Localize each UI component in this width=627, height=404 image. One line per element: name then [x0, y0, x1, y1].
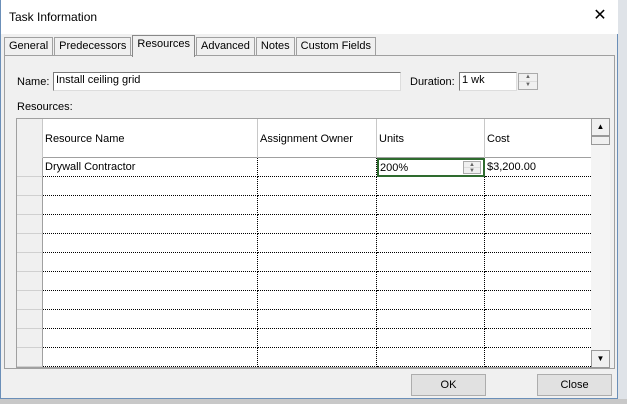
scroll-thumb[interactable]	[591, 136, 610, 145]
row-header[interactable]	[17, 310, 43, 329]
cell-cost[interactable]	[485, 234, 591, 253]
cell-cost[interactable]	[485, 291, 591, 310]
tab-predecessors[interactable]: Predecessors	[54, 37, 132, 56]
grid-header: Resource Name Assignment Owner Units Cos…	[17, 119, 591, 158]
cell-units[interactable]	[377, 196, 485, 215]
table-row	[17, 348, 591, 367]
tab-general[interactable]: General	[4, 37, 54, 56]
cell-resource-name[interactable]	[43, 177, 258, 196]
resources-label: Resources:	[17, 101, 73, 113]
table-row	[17, 215, 591, 234]
row-header[interactable]	[17, 215, 43, 234]
col-assignment-owner[interactable]: Assignment Owner	[258, 119, 377, 158]
cell-units[interactable]: 200% ▲ ▼	[377, 158, 485, 177]
background-app-strip	[0, 399, 627, 404]
cell-units[interactable]	[377, 215, 485, 234]
cell-assignment-owner[interactable]	[258, 234, 377, 253]
table-row	[17, 234, 591, 253]
cell-assignment-owner[interactable]	[258, 196, 377, 215]
cell-resource-name[interactable]	[43, 348, 258, 367]
duration-label: Duration:	[410, 76, 455, 88]
cell-assignment-owner[interactable]	[258, 158, 377, 177]
table-row	[17, 196, 591, 215]
tab-notes[interactable]: Notes	[255, 37, 295, 56]
cell-assignment-owner[interactable]	[258, 253, 377, 272]
cell-units[interactable]	[377, 177, 485, 196]
cell-assignment-owner[interactable]	[258, 215, 377, 234]
col-resource-name[interactable]: Resource Name	[43, 119, 258, 158]
cell-cost[interactable]: $3,200.00	[485, 158, 591, 177]
cell-assignment-owner[interactable]	[258, 291, 377, 310]
cell-cost[interactable]	[485, 215, 591, 234]
cell-cost[interactable]	[485, 272, 591, 291]
cell-cost[interactable]	[485, 177, 591, 196]
cell-units[interactable]	[377, 291, 485, 310]
cell-resource-name[interactable]	[43, 234, 258, 253]
tab-custom-fields[interactable]: Custom Fields	[295, 37, 376, 56]
row-header[interactable]	[17, 158, 43, 177]
row-header[interactable]	[17, 329, 43, 348]
cell-cost[interactable]	[485, 253, 591, 272]
cell-resource-name[interactable]	[43, 196, 258, 215]
corner-cell	[17, 119, 43, 158]
table-row	[17, 310, 591, 329]
cell-resource-name[interactable]	[43, 272, 258, 291]
cell-resource-name[interactable]	[43, 291, 258, 310]
cell-assignment-owner[interactable]	[258, 272, 377, 291]
scroll-up-icon[interactable]: ▲	[591, 118, 610, 136]
cell-cost[interactable]	[485, 310, 591, 329]
dialog-title: Task Information	[9, 10, 98, 24]
grid-scrollbar[interactable]: ▲ ▼	[591, 118, 610, 368]
cell-resource-name[interactable]	[43, 329, 258, 348]
cell-units[interactable]	[377, 272, 485, 291]
cell-cost[interactable]	[485, 196, 591, 215]
scroll-down-icon[interactable]: ▼	[591, 350, 610, 368]
cell-units[interactable]	[377, 234, 485, 253]
cell-units[interactable]	[377, 310, 485, 329]
duration-spinner[interactable]: ▲ ▼	[518, 73, 538, 90]
tab-advanced[interactable]: Advanced	[195, 37, 255, 56]
close-button[interactable]: Close	[537, 374, 612, 396]
cell-cost[interactable]	[485, 348, 591, 367]
cell-cost[interactable]	[485, 329, 591, 348]
table-row	[17, 329, 591, 348]
cell-assignment-owner[interactable]	[258, 329, 377, 348]
row-header[interactable]	[17, 291, 43, 310]
name-label: Name:	[17, 76, 50, 88]
table-row	[17, 177, 591, 196]
name-input[interactable]: Install ceiling grid	[53, 72, 401, 91]
cell-units[interactable]	[377, 329, 485, 348]
row-header[interactable]	[17, 253, 43, 272]
cell-units[interactable]	[377, 348, 485, 367]
col-units[interactable]: Units	[377, 119, 485, 158]
cell-assignment-owner[interactable]	[258, 348, 377, 367]
cell-resource-name[interactable]: Drywall Contractor	[43, 158, 258, 177]
cell-resource-name[interactable]	[43, 310, 258, 329]
row-header[interactable]	[17, 348, 43, 367]
row-header[interactable]	[17, 272, 43, 291]
close-icon[interactable]: ✕	[590, 6, 610, 26]
table-row	[17, 253, 591, 272]
tab-resources[interactable]: Resources	[132, 35, 195, 57]
row-header[interactable]	[17, 234, 43, 253]
resources-grid: Resource Name Assignment Owner Units Cos…	[16, 118, 592, 368]
units-spinner[interactable]: ▲ ▼	[463, 161, 481, 174]
cell-resource-name[interactable]	[43, 253, 258, 272]
tab-strip: General Predecessors Resources Advanced Note…	[4, 35, 377, 57]
cell-assignment-owner[interactable]	[258, 177, 377, 196]
col-cost[interactable]: Cost	[485, 119, 591, 158]
ok-button[interactable]: OK	[411, 374, 486, 396]
table-row	[17, 291, 591, 310]
duration-input[interactable]: 1 wk	[459, 72, 517, 91]
cell-resource-name[interactable]	[43, 215, 258, 234]
table-row	[17, 272, 591, 291]
title-bar: Task Information ✕	[1, 0, 618, 34]
cell-units[interactable]	[377, 253, 485, 272]
row-header[interactable]	[17, 177, 43, 196]
cell-assignment-owner[interactable]	[258, 310, 377, 329]
table-row: Drywall Contractor 200% ▲ ▼ $3,200.00	[17, 158, 591, 177]
row-header[interactable]	[17, 196, 43, 215]
task-information-dialog: Task Information ✕ General Predecessors Re…	[0, 0, 618, 399]
